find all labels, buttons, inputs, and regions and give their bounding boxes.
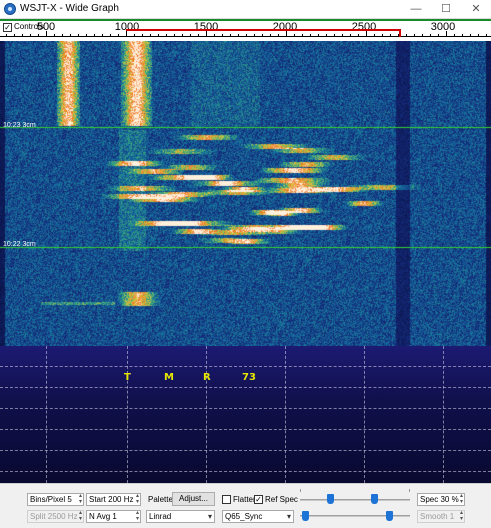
n-avg-spinbox[interactable]: N Avg 1 (86, 510, 141, 523)
zero-slider-track (300, 515, 410, 517)
spectrum-display[interactable]: T M R 73 (0, 346, 491, 483)
scale-baseline (0, 36, 491, 37)
smooth-spinbox: Smooth 1 (417, 510, 465, 523)
gain-slider-track (300, 499, 410, 501)
spectrum-gridline (0, 408, 491, 409)
mode-select[interactable]: Q65_Sync (222, 510, 294, 523)
spectrum-gridline (0, 471, 491, 472)
flatten-checkbox[interactable] (222, 495, 231, 504)
spectrum-gridline (0, 366, 491, 367)
ref-spec-label: Ref Spec (265, 495, 298, 504)
frequency-scale[interactable]: ✓ Controls 500 1000 1500 2000 2500 3000 (0, 19, 491, 41)
tx-frequency-marker-end (399, 29, 401, 37)
spectrum-gridline (364, 346, 365, 483)
spectrum-zero-slider[interactable] (386, 511, 393, 521)
message-marker-t: T (124, 372, 131, 383)
spectrum-gridline (46, 346, 47, 483)
title-bar: WSJT-X - Wide Graph — ☐ ✕ (0, 0, 491, 19)
ref-spec-checkbox[interactable]: ✓ (254, 495, 263, 504)
split-frequency-spinbox: Split 2500 Hz (27, 510, 84, 523)
message-marker-m: M (164, 372, 174, 383)
window-title: WSJT-X - Wide Graph (20, 3, 119, 14)
minimize-button[interactable]: — (401, 0, 431, 19)
message-marker-73: 73 (242, 372, 256, 383)
freq-label: 1000 (114, 21, 140, 33)
close-button[interactable]: ✕ (461, 0, 491, 19)
controls-checkbox[interactable]: ✓ (3, 23, 12, 32)
spectrum-gridline (206, 346, 207, 483)
spectrum-gridline (0, 450, 491, 451)
adjust-palette-button[interactable]: Adjust... (172, 492, 215, 506)
spec-percent-spinbox[interactable]: Spec 30 % (417, 493, 465, 506)
wsjtx-app-icon (4, 3, 16, 15)
waterfall-display[interactable] (0, 41, 491, 346)
message-marker-r: R (203, 372, 211, 383)
bins-per-pixel-spinbox[interactable]: Bins/Pixel 5 (27, 493, 84, 506)
spectrum-gridline (127, 346, 128, 483)
spectrum-gridline (0, 387, 491, 388)
zero-slider[interactable] (371, 494, 378, 504)
spectrum-gridline (443, 346, 444, 483)
slider-ticks (300, 489, 410, 492)
controls-panel: Bins/Pixel 5 Start 200 Hz Palette Adjust… (0, 483, 491, 528)
freq-label: 2000 (272, 21, 298, 33)
rx-frequency-strip (0, 19, 491, 21)
start-frequency-spinbox[interactable]: Start 200 Hz (86, 493, 141, 506)
freq-label: 3000 (430, 21, 456, 33)
maximize-button[interactable]: ☐ (431, 0, 461, 19)
spectrum-gridline (285, 346, 286, 483)
spectrum-gridline (0, 429, 491, 430)
spectrum-gain-slider[interactable] (302, 511, 309, 521)
palette-select[interactable]: Linrad (146, 510, 215, 523)
freq-label: 2500 (351, 21, 377, 33)
palette-label: Palette (148, 495, 173, 504)
tx-frequency-marker[interactable] (126, 29, 401, 31)
gain-slider[interactable] (327, 494, 334, 504)
